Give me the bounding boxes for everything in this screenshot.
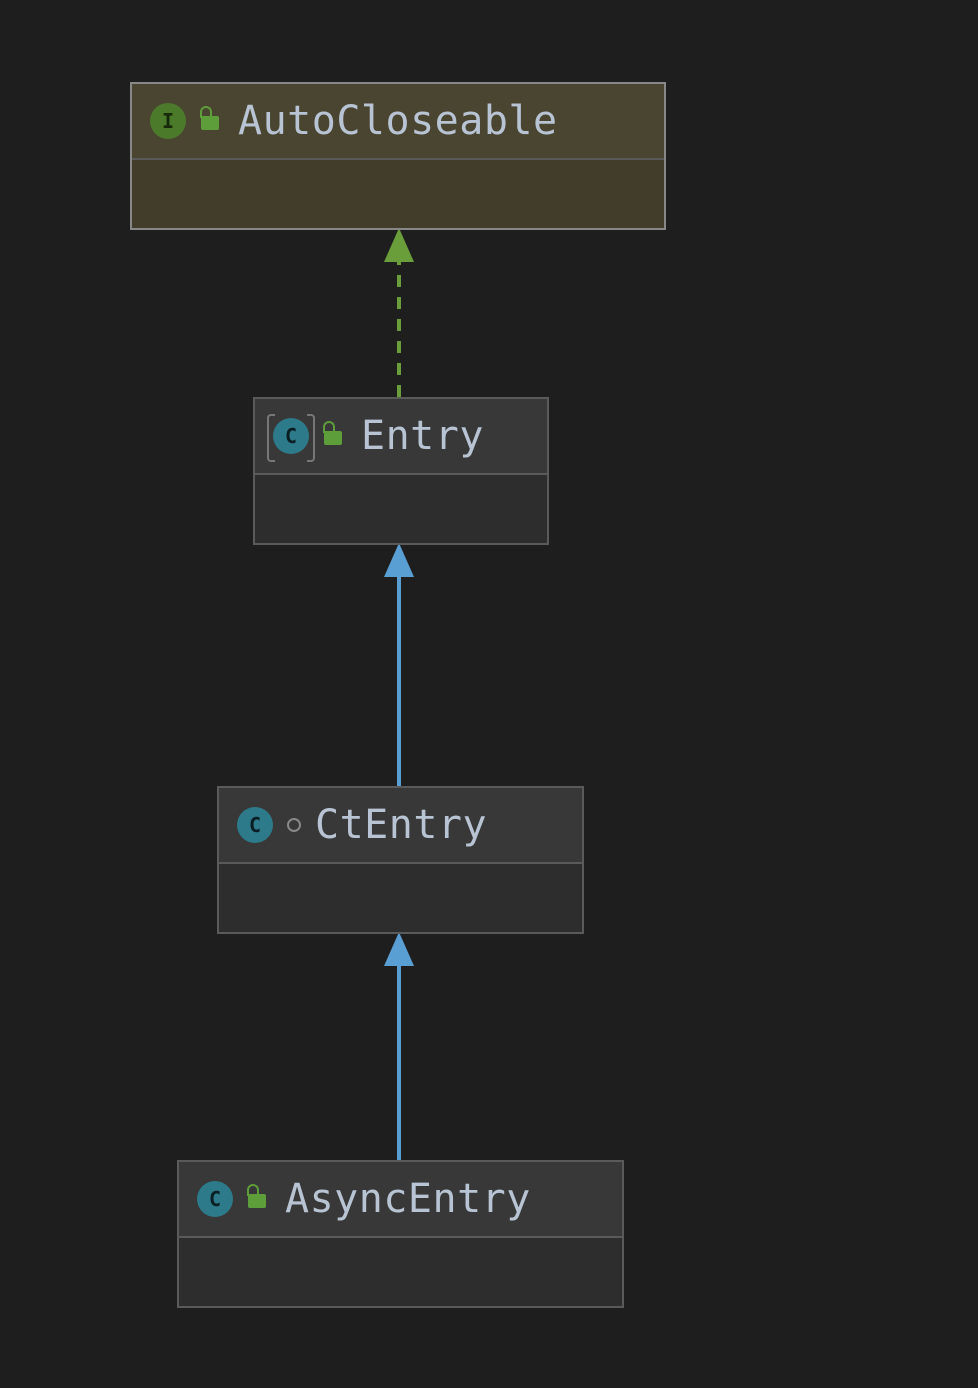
public-lock-icon xyxy=(200,108,224,134)
interface-icon: I xyxy=(150,103,186,139)
public-lock-icon xyxy=(247,1186,271,1212)
public-lock-icon xyxy=(323,423,347,449)
extends-arrowhead xyxy=(384,543,414,577)
node-title: Entry xyxy=(361,413,484,459)
node-header: I AutoCloseable xyxy=(132,84,664,160)
node-asyncentry[interactable]: C AsyncEntry xyxy=(177,1160,624,1308)
class-abstract-icon: C xyxy=(273,418,309,454)
node-header: C Entry xyxy=(255,399,547,475)
node-title: AsyncEntry xyxy=(285,1176,531,1222)
class-icon: C xyxy=(237,807,273,843)
node-entry[interactable]: C Entry xyxy=(253,397,549,545)
extends-arrowhead xyxy=(384,932,414,966)
class-icon: C xyxy=(197,1181,233,1217)
node-autocloseable[interactable]: I AutoCloseable xyxy=(130,82,666,230)
node-body xyxy=(255,475,547,543)
node-body xyxy=(219,864,582,932)
node-body xyxy=(179,1238,622,1306)
node-header: C AsyncEntry xyxy=(179,1162,622,1238)
node-header: C CtEntry xyxy=(219,788,582,864)
node-ctentry[interactable]: C CtEntry xyxy=(217,786,584,934)
diagram-canvas[interactable]: I AutoCloseable C Entry xyxy=(0,0,978,1388)
node-title: AutoCloseable xyxy=(238,98,558,144)
node-title: CtEntry xyxy=(315,802,487,848)
node-body xyxy=(132,160,664,228)
implements-arrowhead xyxy=(384,228,414,262)
package-visibility-icon xyxy=(287,818,301,832)
